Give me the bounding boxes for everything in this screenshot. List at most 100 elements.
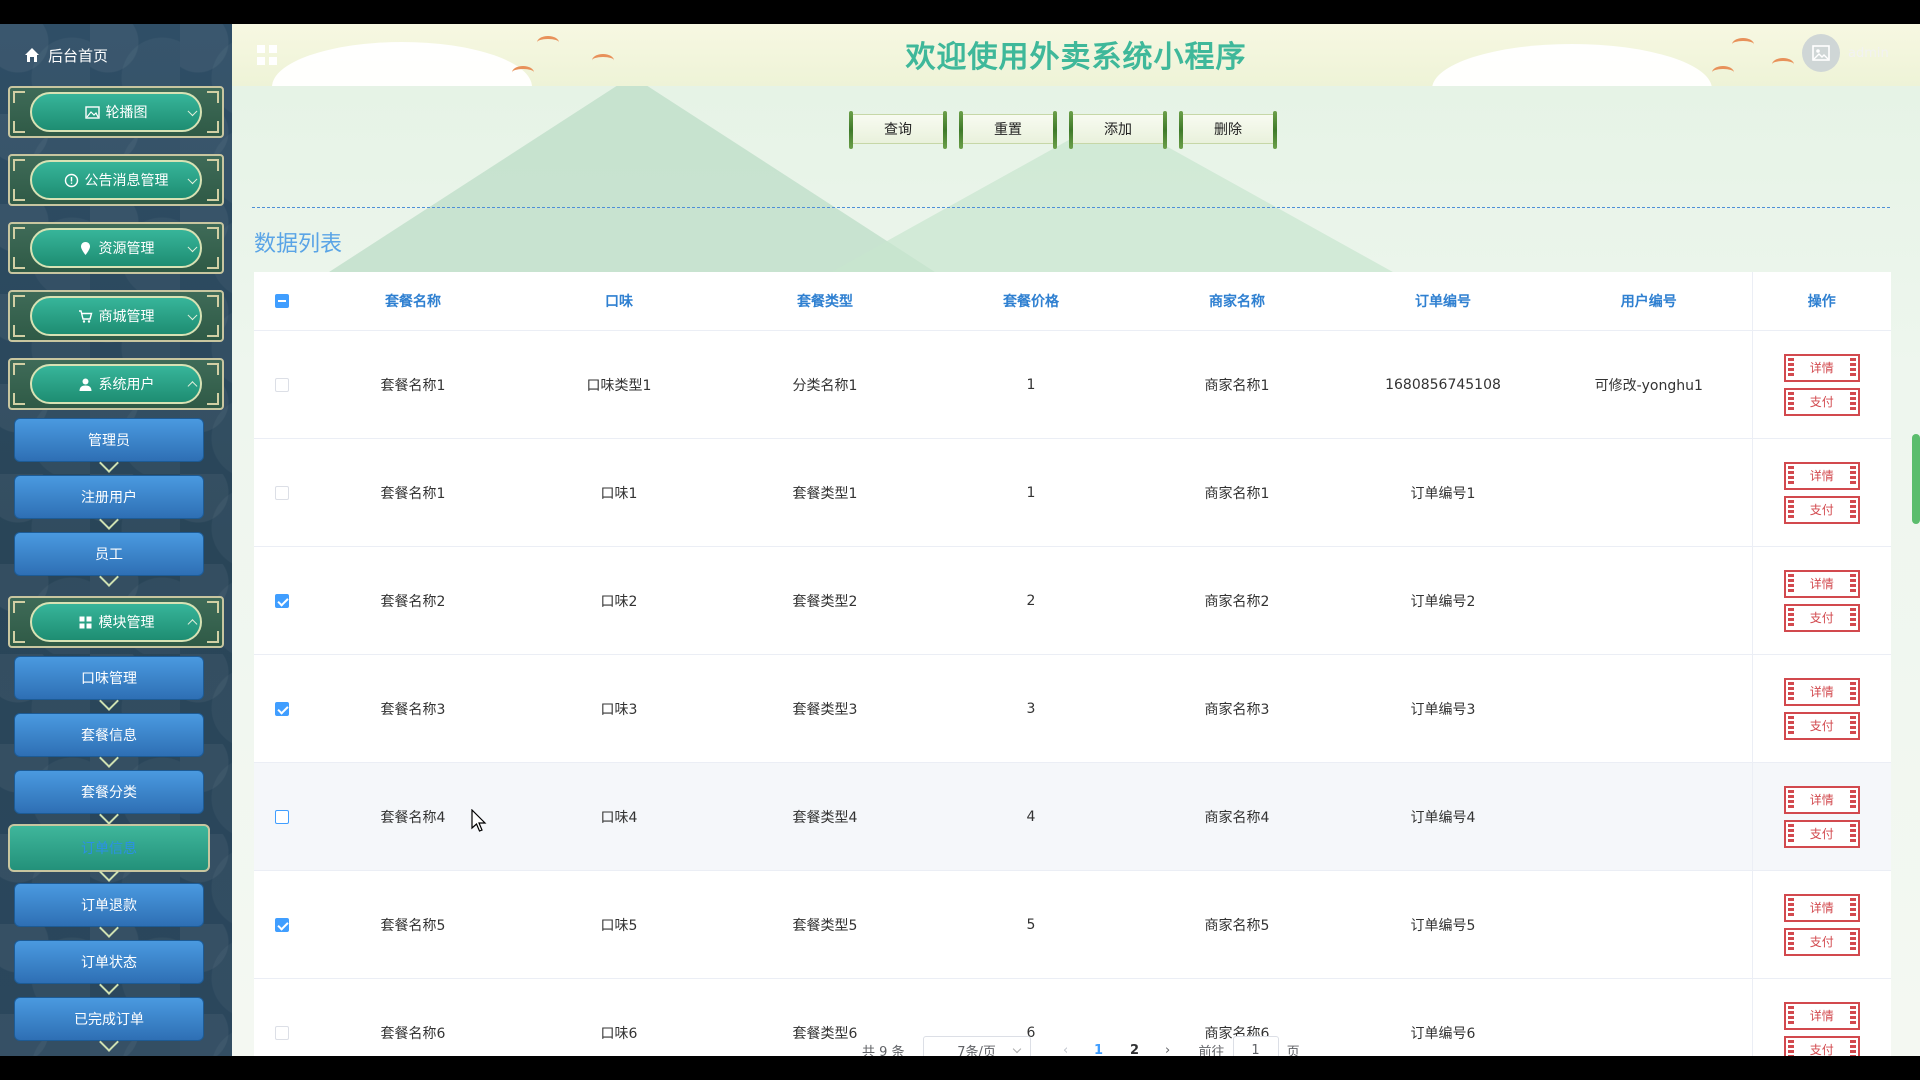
query-button[interactable]: 查询 [849,111,947,149]
sidebar-item-label: 订单退款 [81,898,137,914]
pay-button[interactable]: 支付 [1783,387,1860,416]
sidebar-item-home[interactable]: 后台首页 [24,40,108,70]
sidebar-item-carousel[interactable]: 轮播图 [8,86,224,138]
sidebar-item-label: 轮播图 [105,105,148,121]
sidebar-item-label: 注册用户 [81,490,137,506]
pay-button[interactable]: 支付 [1783,711,1860,740]
detail-button[interactable]: 详情 [1783,677,1860,706]
cell-order-no: 订单编号4 [1340,762,1546,871]
cell-order-no: 订单编号6 [1340,978,1546,1056]
cell-flavor: 口味类型1 [516,330,722,439]
pay-button[interactable]: 支付 [1783,1035,1860,1056]
main-content: 查询 重置 添加 删除 数据列表 套餐名称 口味 套餐类型 套餐价格 商家名称 … [232,86,1920,1056]
cell-actions: 详情 支付 [1751,546,1891,655]
row-checkbox[interactable] [275,917,289,932]
table-header-row: 套餐名称 口味 套餐类型 套餐价格 商家名称 订单编号 用户编号 操作 [254,272,1891,331]
cell-flavor: 口味2 [516,546,722,655]
sidebar-subitem-admin[interactable]: 管理员 [14,418,204,462]
sidebar-subitem-order-info[interactable]: 订单信息 [8,824,210,872]
page-size-value: 7条/页 [957,1044,996,1057]
sidebar-item-sysuser[interactable]: 系统用户 [8,358,224,410]
cell-order-no: 订单编号1 [1340,438,1546,547]
toolbar: 查询 重置 添加 删除 [849,111,1277,149]
cell-name: 套餐名称5 [310,870,516,979]
detail-button[interactable]: 详情 [1783,569,1860,598]
mouse-cursor-icon [471,809,487,832]
column-header-name[interactable]: 套餐名称 [310,272,516,331]
add-button[interactable]: 添加 [1069,111,1167,149]
cell-type: 套餐类型1 [722,438,928,547]
sidebar-subitem-order-status[interactable]: 订单状态 [14,940,204,984]
scrollbar-thumb[interactable] [1912,434,1920,524]
sidebar-item-mall[interactable]: 商城管理 [8,290,224,342]
sidebar-item-label: 口味管理 [81,671,137,687]
pay-button[interactable]: 支付 [1783,603,1860,632]
pay-button[interactable]: 支付 [1783,495,1860,524]
page-number[interactable]: 1 [1081,1043,1117,1057]
cell-order-no: 1680856745108 [1340,330,1546,439]
delete-button[interactable]: 删除 [1179,111,1277,149]
table-row: 套餐名称1 口味类型1 分类名称1 1 商家名称1 1680856745108 … [254,330,1891,439]
row-checkbox[interactable] [275,701,289,716]
image-icon [84,105,100,120]
column-header-actions: 操作 [1751,272,1891,331]
cell-type: 套餐类型4 [722,762,928,871]
sidebar-item-notice[interactable]: 公告消息管理 [8,154,224,206]
sidebar-subitem-combo-category[interactable]: 套餐分类 [14,770,204,814]
column-header-merchant[interactable]: 商家名称 [1134,272,1340,331]
sidebar-item-module[interactable]: 模块管理 [8,596,224,648]
home-icon [25,48,39,62]
sidebar-subitem-completed-orders[interactable]: 已完成订单 [14,997,204,1041]
column-header-order-no[interactable]: 订单编号 [1340,272,1546,331]
next-page-icon[interactable]: › [1153,1043,1183,1057]
sidebar-item-resource[interactable]: 资源管理 [8,222,224,274]
column-header-type[interactable]: 套餐类型 [722,272,928,331]
column-header-flavor[interactable]: 口味 [516,272,722,331]
sidebar-item-label: 资源管理 [98,241,155,257]
cell-actions: 详情 支付 [1751,438,1891,547]
column-header-price[interactable]: 套餐价格 [928,272,1134,331]
row-checkbox[interactable] [275,485,289,500]
cell-flavor: 口味1 [516,438,722,547]
detail-button[interactable]: 详情 [1783,1001,1860,1030]
detail-button[interactable]: 详情 [1783,461,1860,490]
cell-merchant: 商家名称3 [1134,654,1340,763]
page-scrollbar[interactable] [1912,204,1920,1044]
row-checkbox[interactable] [275,377,289,392]
sidebar-subitem-order-refund[interactable]: 订单退款 [14,883,204,927]
pay-button[interactable]: 支付 [1783,819,1860,848]
cell-merchant: 商家名称5 [1134,870,1340,979]
row-checkbox[interactable] [275,593,289,608]
cell-merchant: 商家名称2 [1134,546,1340,655]
detail-button[interactable]: 详情 [1783,893,1860,922]
cell-user-no [1546,654,1752,763]
cell-actions: 详情 支付 [1751,870,1891,979]
data-table: 套餐名称 口味 套餐类型 套餐价格 商家名称 订单编号 用户编号 操作 套餐名称… [254,272,1891,1056]
sidebar-subitem-flavor-mgmt[interactable]: 口味管理 [14,656,204,700]
sidebar-item-label: 后台首页 [48,46,109,65]
column-header-user-no[interactable]: 用户编号 [1546,272,1752,331]
row-checkbox[interactable] [275,809,289,824]
row-checkbox[interactable] [275,1025,289,1040]
goto-page-input[interactable]: 1 [1232,1036,1279,1056]
sidebar-subitem-combo-info[interactable]: 套餐信息 [14,713,204,757]
sidebar-subitem-reguser[interactable]: 注册用户 [14,475,204,519]
divider [252,207,1890,208]
cell-actions: 详情 支付 [1751,654,1891,763]
sidebar-item-label: 管理员 [88,433,130,449]
table-row: 套餐名称4 口味4 套餐类型4 4 商家名称4 订单编号4 详情 支付 [254,762,1891,871]
sidebar-subitem-staff[interactable]: 员工 [14,532,204,576]
select-all-checkbox[interactable] [275,294,289,308]
cell-flavor: 口味5 [516,870,722,979]
pay-button[interactable]: 支付 [1783,927,1860,956]
detail-button[interactable]: 详情 [1783,785,1860,814]
page-size-select[interactable]: 7条/页 [922,1036,1031,1057]
select-all-cell[interactable] [254,272,310,331]
reset-button[interactable]: 重置 [959,111,1057,149]
prev-page-icon[interactable]: ‹ [1051,1043,1081,1057]
username-label[interactable]: admin [1848,46,1889,61]
cell-user-no [1546,438,1752,547]
page-number[interactable]: 2 [1117,1043,1153,1057]
detail-button[interactable]: 详情 [1783,353,1860,382]
avatar[interactable] [1802,34,1840,72]
